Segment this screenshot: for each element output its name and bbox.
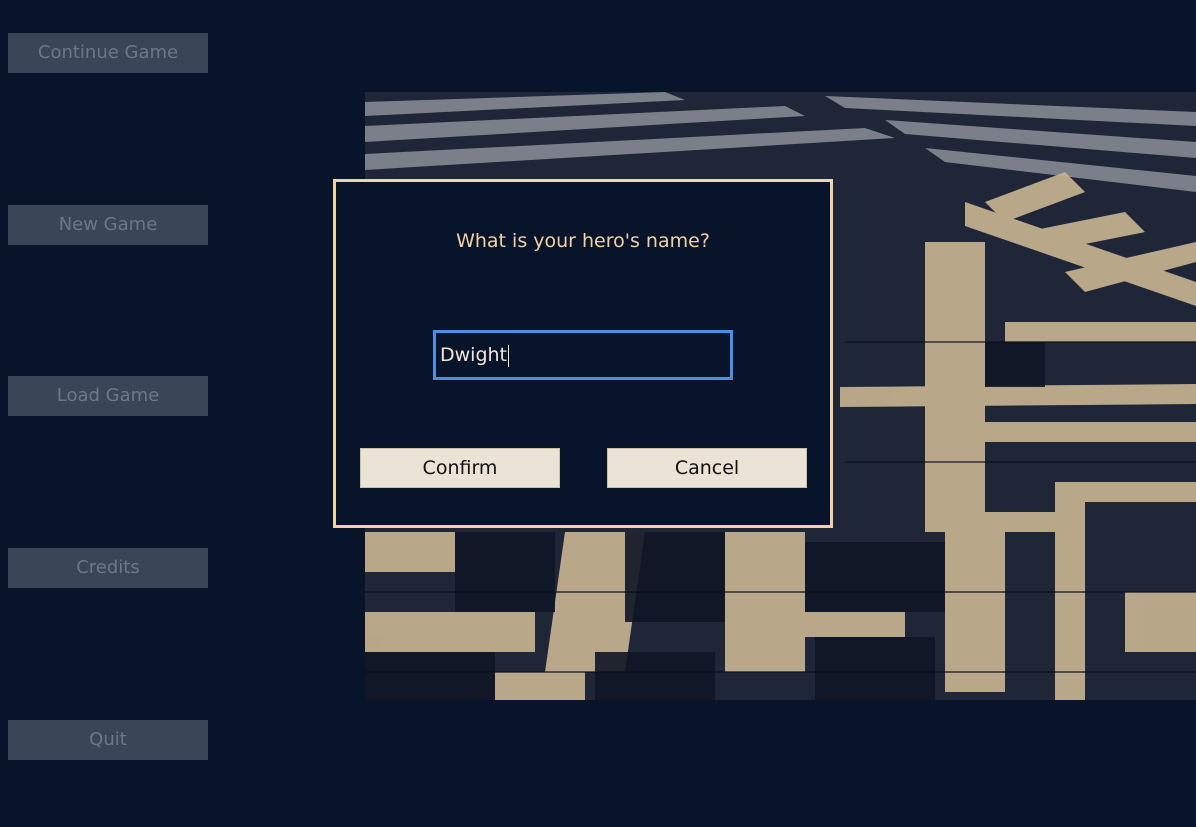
dialog-title: What is your hero's name? — [456, 230, 710, 252]
cancel-button[interactable]: Cancel — [607, 448, 807, 488]
hero-name-dialog: What is your hero's name? Dwight Confirm… — [333, 179, 833, 528]
confirm-button[interactable]: Confirm — [360, 448, 560, 488]
modal-overlay: What is your hero's name? Dwight Confirm… — [0, 0, 1196, 827]
hero-name-input[interactable]: Dwight — [433, 330, 733, 380]
hero-name-value: Dwight — [440, 344, 510, 367]
text-caret — [508, 344, 510, 367]
